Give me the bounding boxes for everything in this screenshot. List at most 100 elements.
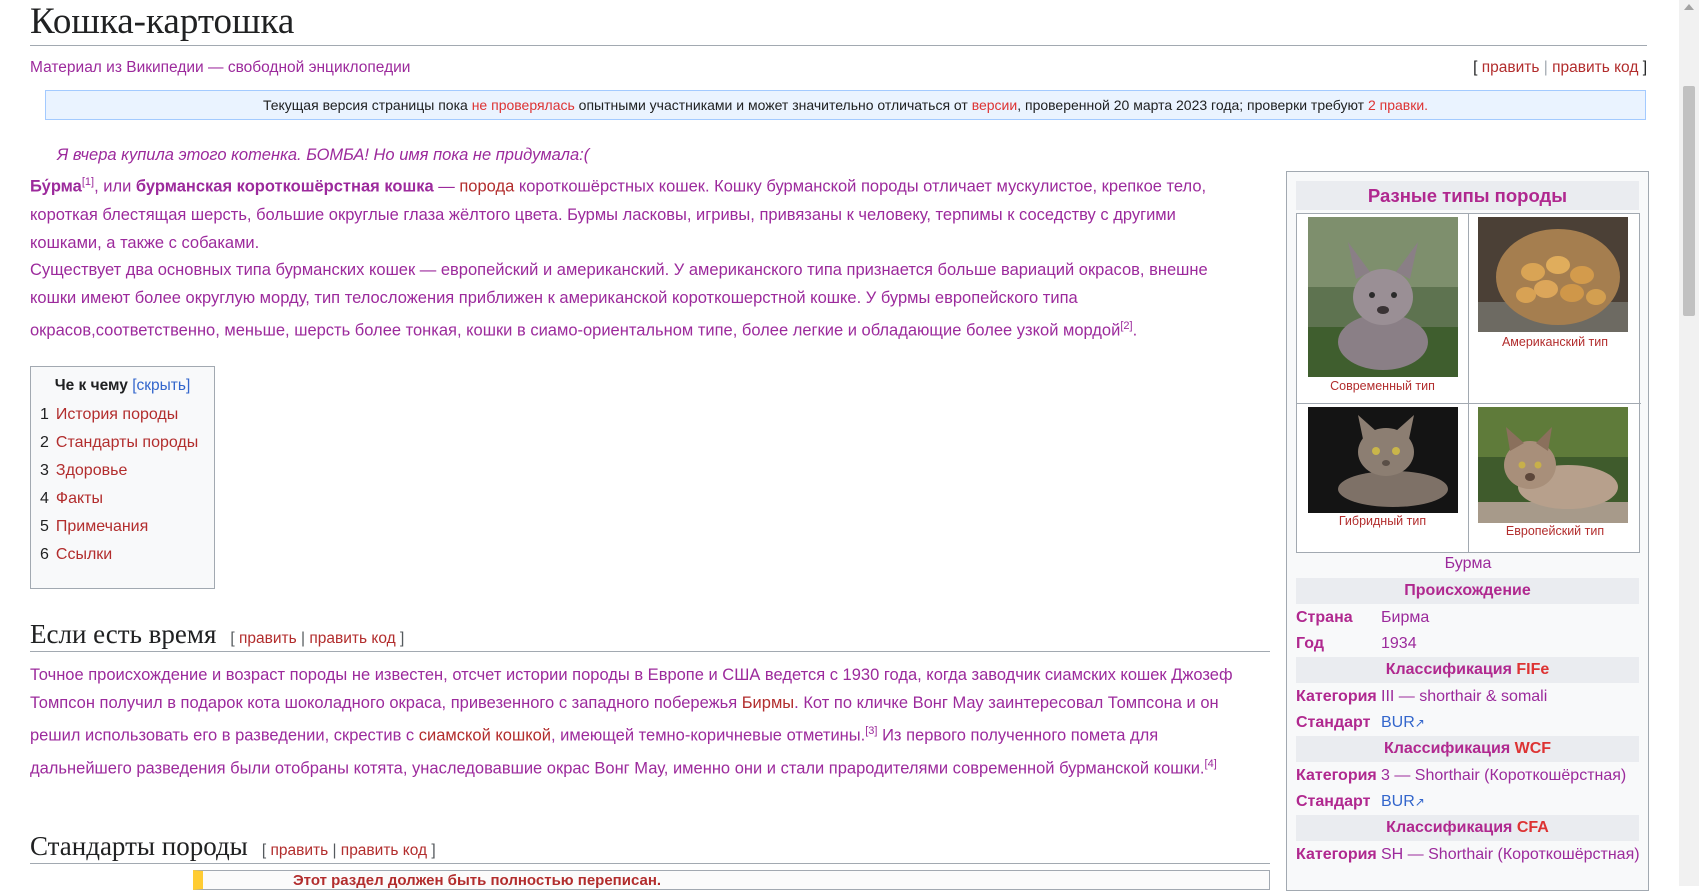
row-label: Категория bbox=[1296, 688, 1377, 705]
intro-paragraph-1: Бу́рма[1], или бурманская короткошёрстна… bbox=[30, 168, 1245, 257]
siamese-cat-link[interactable]: сиамской кошкой bbox=[419, 727, 551, 745]
history-text: , имеющей темно-коричневые отметины. bbox=[551, 726, 866, 745]
french-bulldog-puppy-image[interactable] bbox=[1308, 217, 1458, 377]
scroll-up-arrow-icon[interactable] bbox=[1684, 4, 1694, 10]
gallery-caption[interactable]: Гибридный тип bbox=[1297, 514, 1468, 528]
toc-item[interactable]: 6 Ссылки bbox=[40, 541, 205, 569]
rewrite-notice-box: Этот раздел должен быть полностью перепи… bbox=[193, 870, 1270, 890]
notice-not-checked-link[interactable]: не проверялась bbox=[472, 97, 575, 113]
section-edit-link[interactable]: править bbox=[239, 630, 297, 647]
section-divider bbox=[30, 863, 1270, 864]
row-value: 1934 bbox=[1381, 635, 1417, 652]
gallery-caption[interactable]: Американский тип bbox=[1469, 335, 1641, 349]
section-heading-standards: Стандарты породы [ править | править код … bbox=[30, 831, 436, 862]
header-prefix: Классификация bbox=[1383, 740, 1515, 757]
row-label: Стандарт bbox=[1296, 793, 1371, 810]
ref-3[interactable]: [3] bbox=[865, 725, 877, 737]
intro-text: Существует два основных типа бурманских … bbox=[30, 261, 1208, 340]
infobox-title: Разные типы породы bbox=[1296, 181, 1639, 210]
bracket-open: [ bbox=[1473, 59, 1478, 76]
toc-item[interactable]: 2 Стандарты породы bbox=[40, 429, 205, 457]
cfa-link[interactable]: CFA bbox=[1517, 819, 1549, 836]
section-edit-link[interactable]: править bbox=[270, 842, 328, 859]
notice-edits-link[interactable]: 2 правки. bbox=[1368, 97, 1428, 113]
scrollbar-thumb[interactable] bbox=[1683, 86, 1695, 316]
section-edit-code-link[interactable]: править код bbox=[309, 630, 395, 647]
toc-item[interactable]: 1 История породы bbox=[40, 401, 205, 429]
toc-item[interactable]: 5 Примечания bbox=[40, 513, 205, 541]
toc-num: 4 bbox=[40, 490, 49, 507]
table-of-contents: Че к чему [скрыть] 1 История породы 2 Стан… bbox=[30, 366, 215, 589]
edit-code-link[interactable]: править код bbox=[1552, 59, 1638, 76]
burmese-cat-lying-image[interactable] bbox=[1308, 407, 1458, 513]
fife-standard-link[interactable]: BUR↗ bbox=[1381, 710, 1425, 736]
vertical-scrollbar[interactable] bbox=[1679, 0, 1699, 886]
toc-label[interactable]: Стандарты породы bbox=[56, 434, 198, 451]
external-link-icon: ↗ bbox=[1414, 716, 1425, 730]
breed-link[interactable]: порода bbox=[459, 178, 514, 196]
row-label: Год bbox=[1296, 635, 1324, 652]
cfa-header: Классификация CFA bbox=[1296, 815, 1639, 841]
wcf-link[interactable]: WCF bbox=[1515, 740, 1551, 757]
toc-label[interactable]: Факты bbox=[56, 490, 103, 507]
title-divider bbox=[30, 45, 1647, 46]
fife-header: Классификация FIFe bbox=[1296, 657, 1639, 683]
section-heading-history: Если есть время [ править | править код ] bbox=[30, 619, 404, 650]
toc-item[interactable]: 3 Здоровье bbox=[40, 457, 205, 485]
gallery-cell: Гибридный тип bbox=[1297, 404, 1469, 553]
review-notice: Текущая версия страницы пока не проверял… bbox=[45, 90, 1646, 120]
gallery-caption[interactable]: Европейский тип bbox=[1469, 524, 1641, 538]
external-link-icon: ↗ bbox=[1414, 795, 1425, 809]
intro-text: , или bbox=[94, 177, 136, 196]
ref-1[interactable]: [1] bbox=[82, 176, 94, 188]
row-label: Стандарт bbox=[1296, 714, 1371, 731]
toc-label[interactable]: Здоровье bbox=[56, 462, 127, 479]
intro-paragraph-2: Существует два основных типа бурманских … bbox=[30, 256, 1245, 345]
toc-label[interactable]: Примечания bbox=[56, 518, 148, 535]
toc-label[interactable]: История породы bbox=[56, 406, 178, 423]
wcf-header: Классификация WCF bbox=[1296, 736, 1639, 762]
toc-label[interactable]: Ссылки bbox=[56, 546, 112, 563]
gallery-cell: Европейский тип bbox=[1469, 404, 1641, 553]
hatnote: Я вчера купила этого котенка. БОМБА! Но … bbox=[57, 146, 590, 164]
row-value: SH — Shorthair (Короткошёрстная) bbox=[1381, 846, 1640, 863]
section-edit-links: [ править | править код ] bbox=[230, 630, 405, 647]
toc-num: 1 bbox=[40, 406, 49, 423]
row-label: Категория bbox=[1296, 846, 1377, 863]
toc-hide-toggle[interactable]: [скрыть] bbox=[132, 377, 190, 394]
row-value: Бирма bbox=[1381, 609, 1430, 626]
ref-2[interactable]: [2] bbox=[1120, 320, 1132, 332]
row-label: Категория bbox=[1296, 767, 1377, 784]
fife-link[interactable]: FIFe bbox=[1516, 661, 1549, 678]
gallery-caption[interactable]: Современный тип bbox=[1297, 379, 1468, 393]
edit-separator: | bbox=[1543, 59, 1548, 76]
potatoes-sack-image[interactable] bbox=[1478, 217, 1628, 332]
wcf-standard-link[interactable]: BUR↗ bbox=[1381, 789, 1425, 815]
edit-link[interactable]: править bbox=[1482, 59, 1540, 76]
notice-text-2: опытными участниками и может значительно… bbox=[574, 97, 972, 113]
notice-text-1: Текущая версия страницы пока bbox=[262, 97, 472, 113]
notice-version-link[interactable]: версии bbox=[972, 97, 1018, 113]
intro-term-2: бурманская короткошёрстная кошка bbox=[135, 177, 434, 196]
toc-num: 2 bbox=[40, 434, 49, 451]
header-prefix: Классификация bbox=[1386, 819, 1517, 836]
toc-num: 6 bbox=[40, 546, 49, 563]
row-value: III — shorthair & somali bbox=[1381, 688, 1548, 705]
bracket-close: ] bbox=[1642, 59, 1647, 76]
history-paragraph: Точное происхождение и возраст породы не… bbox=[30, 661, 1245, 782]
gallery-cell: Современный тип bbox=[1297, 214, 1469, 404]
standard-link-text[interactable]: BUR bbox=[1381, 793, 1415, 810]
section-edit-code-link[interactable]: править код bbox=[341, 842, 427, 859]
header-prefix: Классификация bbox=[1385, 661, 1517, 678]
infobox-gallery: Современный тип Американский тип Гибридн… bbox=[1296, 213, 1641, 553]
toc-item[interactable]: 4 Факты bbox=[40, 485, 205, 513]
burma-link[interactable]: Бирмы bbox=[742, 694, 794, 712]
standard-link-text[interactable]: BUR bbox=[1381, 714, 1415, 731]
toc-num: 3 bbox=[40, 462, 49, 479]
row-value: 3 — Shorthair (Короткошёрстная) bbox=[1381, 767, 1627, 784]
burmese-cat-outdoor-image[interactable] bbox=[1478, 407, 1628, 523]
gallery-cell: Американский тип bbox=[1469, 214, 1641, 404]
infobox: Разные типы породы Современный тип Амери… bbox=[1286, 171, 1649, 891]
ref-4[interactable]: [4] bbox=[1205, 758, 1217, 770]
infobox-caption: Бурма bbox=[1444, 555, 1492, 572]
